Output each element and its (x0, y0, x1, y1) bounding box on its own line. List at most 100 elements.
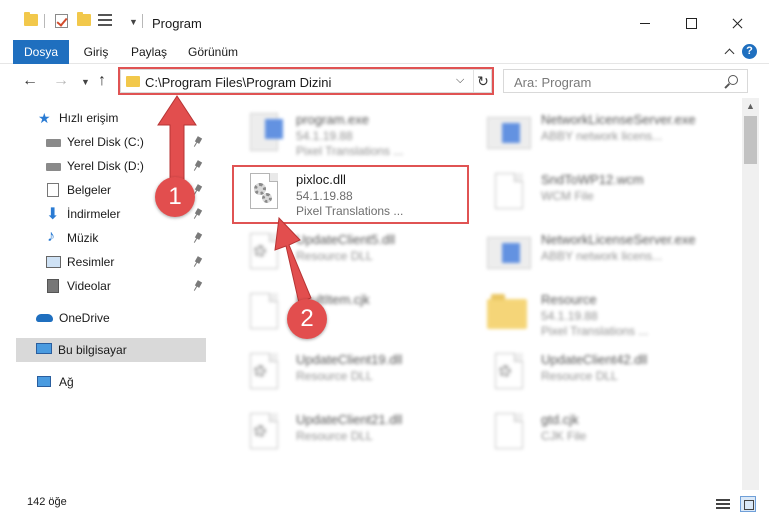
search-placeholder: Ara: Program (514, 75, 592, 90)
folder-icon (485, 291, 533, 339)
up-arrow-icon[interactable]: ↑ (98, 73, 106, 89)
nav-label: Ağ (59, 375, 74, 389)
pin-icon[interactable] (194, 281, 202, 291)
file-icon (485, 171, 533, 219)
nav-network[interactable]: Ağ (0, 370, 207, 394)
dll-gear-icon (485, 351, 533, 399)
vertical-scrollbar[interactable]: ▲ (742, 98, 759, 490)
new-folder-icon[interactable] (77, 12, 91, 26)
file-tile[interactable]: UpdateClient19.dll Resource DLL (232, 346, 477, 406)
nav-label: Yerel Disk (C:) (67, 135, 144, 149)
nav-item-muzik[interactable]: ♪ Müzik (0, 226, 207, 250)
file-name: program.exe (296, 112, 369, 127)
file-name: UpdateClient42.dll (541, 352, 648, 367)
downloads-icon: ⬇ (46, 206, 60, 223)
file-tile[interactable]: UpdateClient21.dll Resource DLL (232, 406, 477, 466)
nav-quick-access[interactable]: ★ Hızlı erişim (0, 106, 207, 130)
close-button[interactable] (714, 0, 760, 40)
tab-paylas[interactable]: Paylaş (128, 40, 170, 64)
computer-icon (36, 343, 52, 354)
nav-item-videolar[interactable]: Videolar (0, 274, 207, 298)
dll-gear-icon (240, 411, 288, 459)
file-tile[interactable]: SndToWP12.wcm WCM File (477, 166, 722, 226)
recent-locations-icon[interactable]: ▼ (81, 75, 90, 89)
drive-icon (46, 139, 61, 147)
app-icon (240, 111, 288, 159)
file-description: ABBY network licens... (541, 249, 663, 263)
pictures-icon (46, 256, 61, 268)
help-button[interactable]: ? (742, 44, 757, 59)
file-tile[interactable]: program.exe 54.1.19.88 Pixel Translation… (232, 106, 477, 166)
minimize-button[interactable] (622, 0, 668, 40)
expand-ribbon-icon[interactable] (724, 46, 734, 56)
file-company: Pixel Translations ... (296, 144, 404, 158)
nav-label: Resimler (67, 255, 115, 269)
search-input[interactable]: Ara: Program (503, 69, 748, 93)
search-icon[interactable] (728, 75, 738, 85)
file-tile[interactable]: NetworkLicenseServer.exe ABBY network li… (477, 226, 722, 286)
file-tile[interactable]: FaultItem.cjk (232, 286, 477, 346)
maximize-button[interactable] (668, 0, 714, 40)
forward-arrow-icon[interactable]: → (53, 73, 69, 89)
file-tile[interactable]: UpdateClient5.dll Resource DLL (232, 226, 477, 286)
file-version: 54.1.19.88 (541, 309, 598, 323)
pin-icon[interactable] (194, 257, 202, 267)
file-name: NetworkLicenseServer.exe (541, 112, 696, 127)
nav-label: OneDrive (59, 311, 110, 325)
file-name: UpdateClient19.dll (296, 352, 403, 367)
navigation-pane: ★ Hızlı erişim Yerel Disk (C:) Yerel Dis… (0, 98, 207, 490)
address-highlight-box (118, 67, 494, 95)
toolbar-separator (44, 14, 45, 28)
file-icon (485, 411, 533, 459)
back-arrow-icon[interactable]: ← (22, 73, 38, 89)
nav-label: Bu bilgisayar (58, 343, 127, 357)
window-title: Program (152, 16, 202, 31)
file-type: Resource DLL (296, 429, 373, 443)
nav-this-pc[interactable]: Bu bilgisayar (16, 338, 206, 362)
nav-item-resimler[interactable]: Resimler (0, 250, 207, 274)
scroll-thumb[interactable] (744, 116, 757, 164)
file-tile[interactable]: Resource 54.1.19.88 Pixel Translations .… (477, 286, 722, 346)
title-bar: ▼ Program (0, 0, 769, 40)
file-tile[interactable]: UpdateClient42.dll Resource DLL (477, 346, 722, 406)
nav-item-drive-c[interactable]: Yerel Disk (C:) (0, 130, 207, 154)
file-icon (240, 291, 288, 339)
nav-label: Müzik (67, 231, 99, 245)
file-list: program.exe 54.1.19.88 Pixel Translation… (207, 98, 742, 490)
properties-check-icon[interactable] (55, 14, 68, 28)
file-tile[interactable]: NetworkLicenseServer.exe ABBY network li… (477, 106, 722, 166)
file-tile[interactable]: gtd.cjk CJK File (477, 406, 722, 466)
quick-access-dropdown-icon[interactable]: ▼ (129, 17, 138, 27)
file-type: Resource DLL (541, 369, 618, 383)
cloud-icon (36, 314, 53, 322)
details-view-icon[interactable] (716, 499, 730, 511)
nav-onedrive[interactable]: OneDrive (0, 306, 207, 330)
nav-item-drive-d[interactable]: Yerel Disk (D:) (0, 154, 207, 178)
network-icon (37, 376, 51, 387)
file-type: WCM File (541, 189, 594, 203)
status-bar: 142 öğe (0, 490, 769, 529)
tab-gorunum[interactable]: Görünüm (186, 40, 240, 64)
pin-icon[interactable] (194, 233, 202, 243)
pin-icon[interactable] (194, 209, 202, 219)
dll-gear-icon (240, 231, 288, 279)
large-icons-view-icon[interactable] (740, 496, 756, 512)
documents-icon (47, 183, 59, 197)
file-company: Pixel Translations ... (541, 324, 649, 338)
file-name: gtd.cjk (541, 412, 579, 427)
item-count: 142 öğe (27, 496, 67, 508)
pin-icon[interactable] (194, 137, 202, 147)
scroll-up-icon[interactable]: ▲ (742, 98, 759, 115)
folder-icon (24, 12, 38, 26)
videos-icon (47, 279, 59, 293)
file-name: UpdateClient21.dll (296, 412, 403, 427)
customize-toolbar-icon[interactable] (98, 14, 112, 27)
nav-label: Belgeler (67, 183, 112, 197)
tab-giris[interactable]: Giriş (80, 40, 112, 64)
app-icon (485, 111, 533, 159)
pin-icon[interactable] (194, 185, 202, 195)
tab-dosya[interactable]: Dosya (13, 40, 69, 64)
file-version: 54.1.19.88 (296, 129, 353, 143)
pin-icon[interactable] (194, 161, 202, 171)
file-highlight-box (232, 165, 469, 224)
